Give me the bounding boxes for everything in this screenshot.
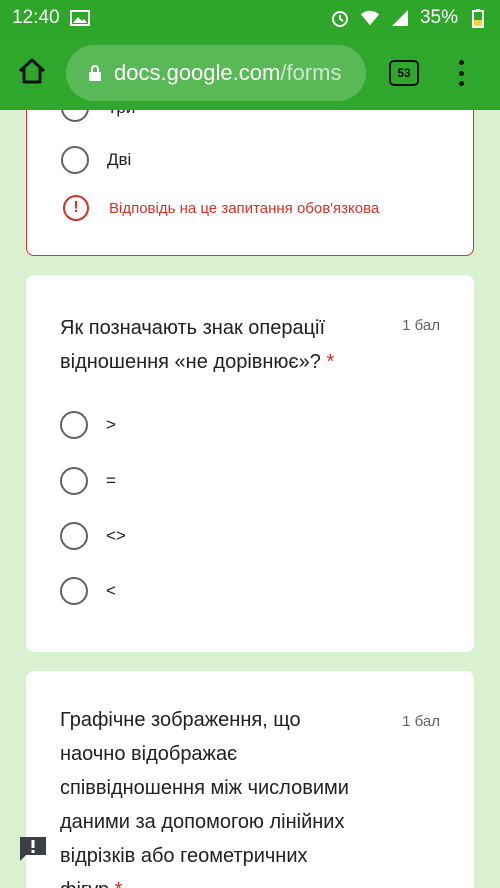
option-label: <: [106, 581, 116, 600]
option-row[interactable]: <: [60, 577, 116, 605]
option-label: >: [106, 415, 116, 434]
radio-button[interactable]: [60, 411, 88, 439]
question-card: Графічне зображення, що наочно відобража…: [26, 671, 474, 888]
browser-toolbar-front: docs.google.com/forms 53: [0, 36, 500, 110]
required-error: ! Відповідь на це запитання обов'язкова: [63, 195, 379, 221]
radio-button[interactable]: [60, 577, 88, 605]
option-row[interactable]: Дві: [61, 146, 131, 174]
required-mark: *: [115, 879, 123, 888]
required-mark: *: [326, 351, 335, 373]
battery-percent: 35%: [419, 7, 458, 28]
error-icon: !: [63, 195, 89, 221]
radio-button[interactable]: [60, 522, 88, 550]
status-bar: 12:40 35%: [0, 0, 500, 36]
url-domain: docs.google.com: [114, 60, 281, 85]
option-row[interactable]: >: [60, 411, 116, 439]
feedback-button[interactable]: [0, 824, 66, 878]
points-label: 1 бал: [402, 317, 440, 334]
option-row[interactable]: =: [60, 467, 116, 495]
image-icon: [69, 8, 90, 28]
question-card: Як позначають знак операції відношення «…: [26, 275, 474, 652]
tab-switcher-button[interactable]: 53: [389, 60, 419, 86]
points-label: 1 бал: [402, 713, 440, 730]
wifi-icon: [360, 8, 380, 28]
option-label: Дві: [107, 150, 132, 169]
more-vert-icon[interactable]: [446, 56, 476, 90]
option-row[interactable]: <>: [60, 522, 126, 550]
error-message: Відповідь на це запитання обов'язкова: [109, 199, 380, 217]
lock-icon: [88, 64, 102, 82]
radio-button[interactable]: [60, 467, 88, 495]
alarm-icon: [330, 8, 350, 28]
option-label: =: [106, 471, 116, 490]
home-icon: [17, 57, 47, 90]
feedback-icon: [18, 835, 48, 868]
radio-button[interactable]: [61, 146, 89, 174]
question-title: Як позначають знак операції відношення «…: [60, 317, 335, 373]
status-time: 12:40: [12, 7, 60, 28]
url-path: /forms: [280, 60, 342, 85]
signal-icon: [390, 8, 410, 28]
option-label: <>: [106, 526, 126, 545]
battery-icon: [468, 8, 488, 28]
home-button[interactable]: [0, 36, 64, 110]
url-bar[interactable]: docs.google.com/forms: [66, 45, 366, 101]
question-title: Графічне зображення, що наочно відобража…: [60, 703, 349, 888]
